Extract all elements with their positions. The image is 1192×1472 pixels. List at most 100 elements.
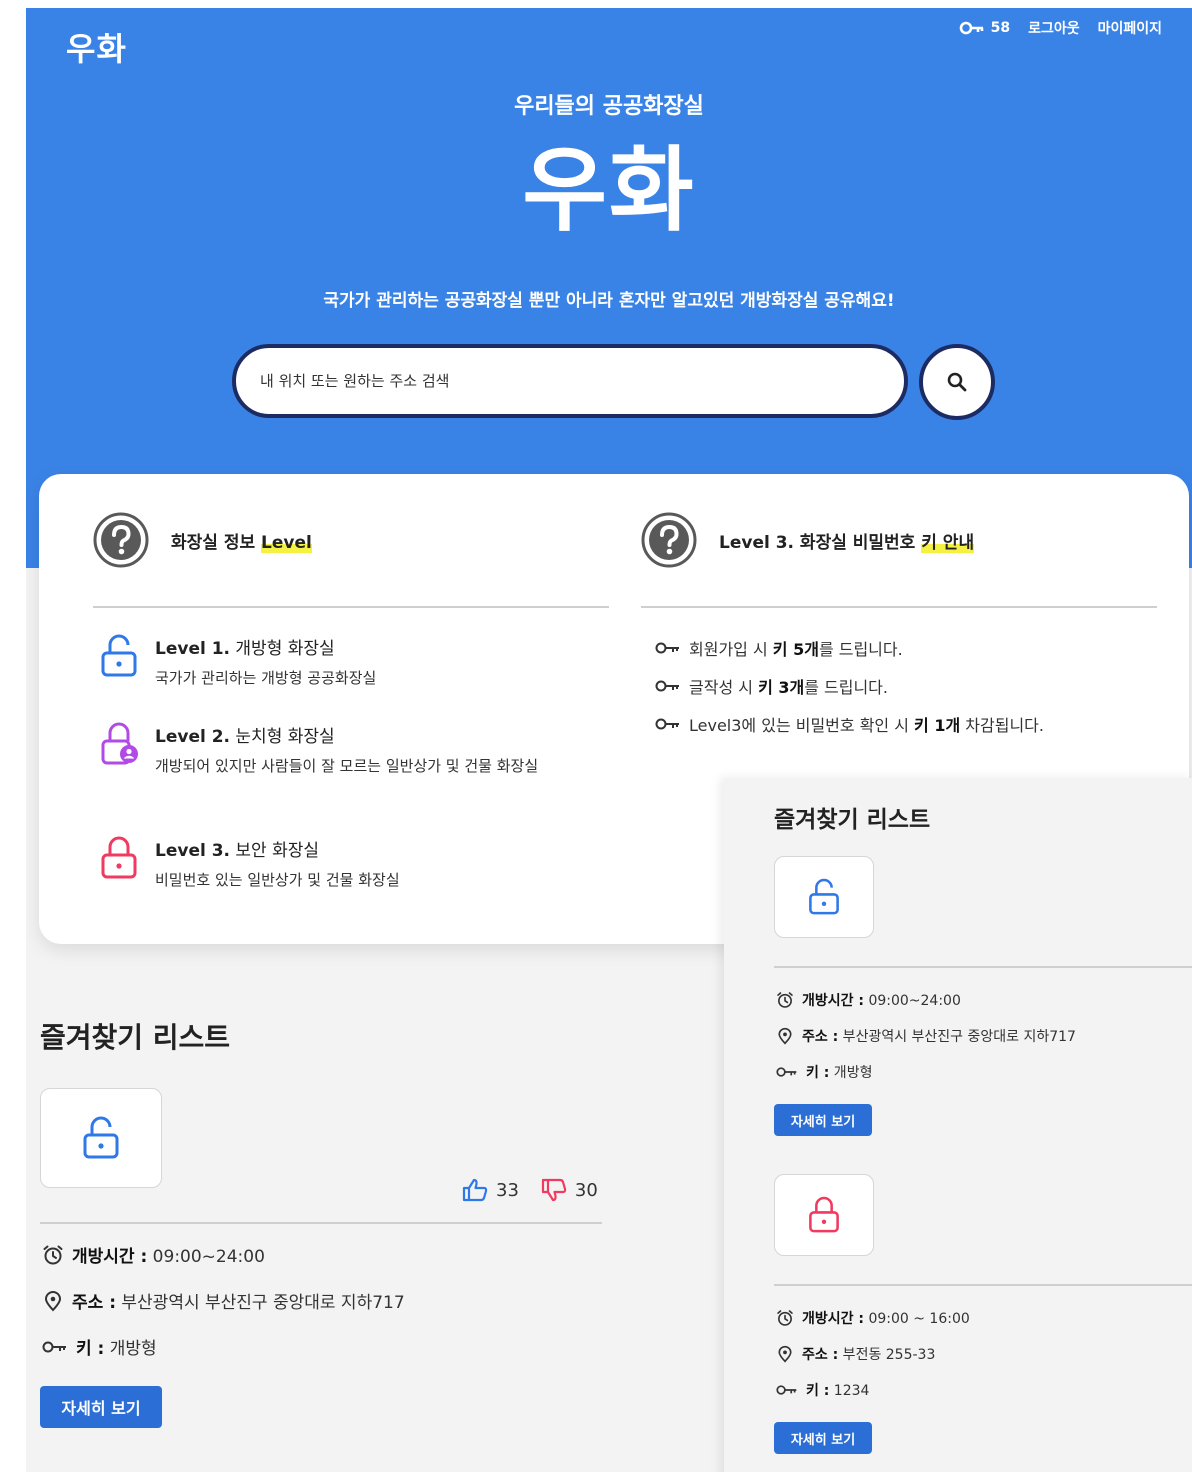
hours-label: 개방시간 :: [72, 1247, 148, 1267]
hours-value: 09:00~24:00: [864, 993, 961, 1009]
location-pin-icon: [44, 1290, 62, 1311]
divider: [774, 966, 1192, 968]
key-value: 1234: [829, 1383, 870, 1399]
divider: [93, 606, 609, 608]
key-rule-text: Level3에 있는 비밀번호 확인 시: [689, 716, 915, 735]
level-3-desc: 비밀번호 있는 일반상가 및 건물 화장실: [155, 871, 400, 889]
level-2-item: Level 2. 눈치형 화장실 개방되어 있지만 사람들이 잘 모르는 일반상…: [99, 722, 595, 779]
key-value: 개방형: [104, 1339, 157, 1359]
hero-tagline: 국가가 관리하는 공공화장실 뿐만 아니라 혼자만 알고있던 개방화장실 공유해…: [323, 291, 895, 311]
key-rule-password: Level3에 있는 비밀번호 확인 시 키 1개 차감됩니다.: [655, 712, 1044, 736]
key-rule-signup: 회원가입 시 키 5개를 드립니다.: [655, 636, 903, 660]
unlock-icon: [809, 878, 839, 915]
key-info-title: Level 3. 화장실 비밀번호 키 안내: [719, 528, 975, 553]
hours-row: 개방시간 : 09:00 ~ 16:00: [776, 1308, 970, 1328]
detail-button[interactable]: 자세히 보기: [774, 1104, 872, 1136]
level-3-item: Level 3. 보안 화장실 비밀번호 있는 일반상가 및 건물 화장실: [99, 836, 595, 893]
key-rule-text: 회원가입 시: [689, 640, 773, 659]
question-icon: [93, 512, 149, 568]
alarm-clock-icon: [777, 992, 793, 1008]
key-info-title-highlight: 키 안내: [921, 532, 975, 553]
level-1-name: 개방형 화장실: [230, 639, 335, 659]
level-2-label: Level 2.: [155, 727, 231, 747]
favorites-panel: 즐겨찾기 리스트 개방시간 : 09:00~24:00 주소 : 부산광역시 부…: [724, 778, 1192, 1472]
alarm-clock-icon: [43, 1245, 63, 1264]
hours-value: 09:00 ~ 16:00: [864, 1311, 970, 1327]
key-rule-amount: 키 1개: [914, 716, 961, 735]
key-row: 키 : 개방형: [42, 1334, 157, 1359]
level-info-heading: 화장실 정보 Level: [93, 512, 312, 568]
key-icon: [655, 680, 679, 692]
address-value: 부산광역시 부산진구 중앙대로 지하717: [838, 1029, 1076, 1045]
detail-button[interactable]: 자세히 보기: [774, 1422, 872, 1454]
location-pin-icon: [778, 1027, 792, 1045]
key-rule-post: 글작성 시 키 3개를 드립니다.: [655, 674, 888, 698]
hours-row: 개방시간 : 09:00~24:00: [776, 990, 961, 1010]
key-rule-amount: 키 5개: [772, 640, 819, 659]
divider: [774, 1284, 1192, 1286]
key-label: 키 :: [806, 1383, 830, 1399]
address-value: 부전동 255-33: [838, 1347, 936, 1363]
toilet-thumbnail[interactable]: [40, 1088, 162, 1188]
address-label: 주소 :: [802, 1347, 839, 1363]
thumbs-down-icon[interactable]: [541, 1178, 567, 1202]
logo[interactable]: 우화: [66, 24, 127, 70]
key-row: 키 : 1234: [776, 1380, 869, 1400]
key-count: 58: [959, 20, 1010, 36]
key-icon: [655, 642, 679, 654]
mypage-link[interactable]: 마이페이지: [1098, 18, 1162, 38]
key-label: 키 :: [76, 1339, 105, 1359]
divider: [40, 1222, 602, 1224]
address-value: 부산광역시 부산진구 중앙대로 지하717: [116, 1293, 405, 1313]
key-row: 키 : 개방형: [776, 1062, 872, 1082]
level-info-title-highlight: Level: [261, 532, 312, 553]
key-rule-amount: 키 3개: [758, 678, 805, 697]
level-info-title: 화장실 정보 Level: [171, 528, 312, 553]
level-1-label: Level 1.: [155, 639, 231, 659]
unlock-icon: [83, 1116, 119, 1159]
address-label: 주소 :: [72, 1293, 116, 1313]
lock-icon: [809, 1196, 839, 1233]
detail-button[interactable]: 자세히 보기: [40, 1386, 162, 1428]
lock-icon: [101, 836, 137, 879]
unlock-icon: [101, 634, 137, 677]
key-label: 키 :: [806, 1065, 830, 1081]
alarm-clock-icon: [777, 1310, 793, 1326]
level-1-item: Level 1. 개방형 화장실 국가가 관리하는 개방형 공공화장실: [99, 634, 595, 691]
key-info-title-text: Level 3. 화장실 비밀번호: [719, 532, 922, 553]
thumbs-up-icon[interactable]: [462, 1178, 488, 1202]
level-info-title-text: 화장실 정보: [171, 532, 262, 553]
search-input[interactable]: [232, 344, 908, 418]
vote-bar: 33 30: [462, 1178, 598, 1202]
favorites-panel-title: 즐겨찾기 리스트: [774, 807, 931, 833]
level-2-name: 눈치형 화장실: [230, 727, 335, 747]
address-row: 주소 : 부산광역시 부산진구 중앙대로 지하717: [42, 1288, 405, 1313]
key-icon: [776, 1385, 797, 1395]
level-1-desc: 국가가 관리하는 개방형 공공화장실: [155, 669, 377, 687]
toilet-thumbnail[interactable]: [774, 1174, 874, 1256]
key-icon: [42, 1341, 66, 1352]
logout-link[interactable]: 로그아웃: [1028, 18, 1080, 38]
hero-title: 우화: [522, 137, 696, 244]
toilet-thumbnail[interactable]: [774, 856, 874, 938]
key-icon: [959, 21, 983, 35]
address-row: 주소 : 부전동 255-33: [776, 1344, 935, 1364]
favorites-title: 즐겨찾기 리스트: [40, 1021, 231, 1054]
hours-value: 09:00~24:00: [147, 1247, 265, 1267]
key-rule-text: 를 드립니다.: [818, 640, 903, 659]
divider: [641, 606, 1157, 608]
location-pin-icon: [778, 1345, 792, 1363]
question-icon: [641, 512, 697, 568]
key-icon: [655, 718, 679, 730]
hours-label: 개방시간 :: [802, 993, 864, 1009]
user-lock-icon: [101, 722, 138, 765]
dislike-count: 30: [574, 1179, 598, 1201]
search-button[interactable]: [919, 344, 995, 420]
key-rule-text: 차감됩니다.: [960, 716, 1044, 735]
top-nav: 58 로그아웃 마이페이지: [959, 18, 1162, 38]
like-count: 33: [496, 1179, 519, 1201]
key-rule-text: 를 드립니다.: [804, 678, 888, 697]
hours-row: 개방시간 : 09:00~24:00: [42, 1242, 265, 1267]
level-3-name: 보안 화장실: [230, 841, 320, 861]
key-count-value: 58: [990, 20, 1011, 36]
